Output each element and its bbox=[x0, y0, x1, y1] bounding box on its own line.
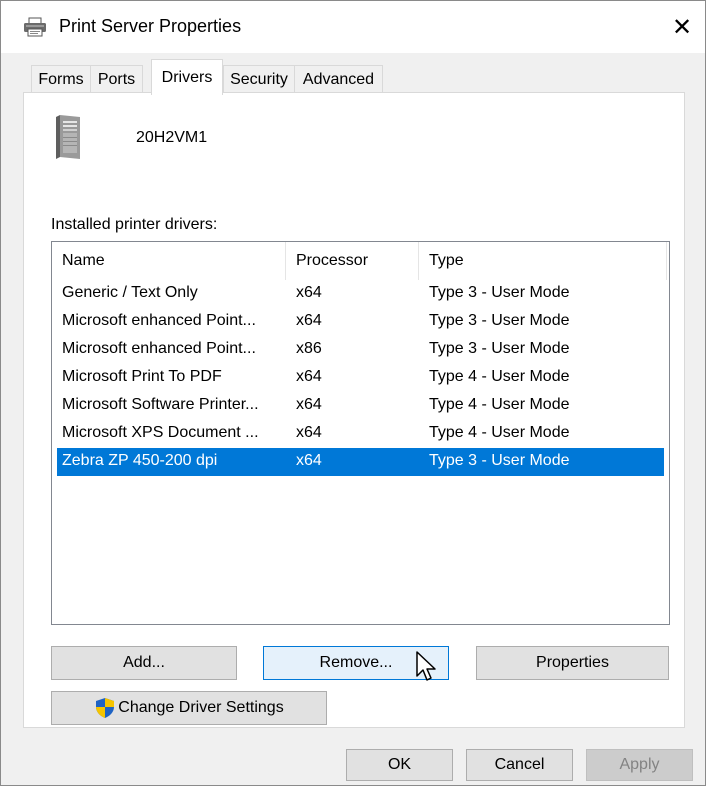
button-label: Apply bbox=[619, 756, 660, 773]
mouse-pointer-icon bbox=[416, 651, 436, 681]
button-label: Cancel bbox=[494, 756, 545, 773]
tab-drivers[interactable]: Drivers bbox=[151, 59, 223, 95]
close-icon: ✕ bbox=[671, 13, 693, 41]
driver-processor: x64 bbox=[296, 424, 322, 441]
column-header-processor[interactable]: Processor bbox=[286, 242, 419, 280]
tab-security[interactable]: Security bbox=[223, 65, 295, 93]
table-row[interactable]: Microsoft enhanced Point... x64 Type 3 -… bbox=[52, 308, 669, 336]
driver-type: Type 3 - User Mode bbox=[429, 284, 570, 301]
drivers-tab-panel: 20H2VM1 Installed printer drivers: Name … bbox=[23, 92, 685, 728]
column-header-type[interactable]: Type bbox=[419, 242, 667, 280]
close-button[interactable]: ✕ bbox=[659, 1, 705, 53]
printer-icon bbox=[24, 17, 46, 37]
cancel-button[interactable]: Cancel bbox=[466, 749, 573, 781]
uac-shield-icon bbox=[96, 698, 115, 718]
tab-label: Forms bbox=[38, 70, 84, 88]
driver-processor: x86 bbox=[296, 340, 322, 357]
ok-button[interactable]: OK bbox=[346, 749, 453, 781]
driver-processor: x64 bbox=[296, 312, 322, 329]
driver-processor: x64 bbox=[296, 284, 322, 301]
table-row[interactable]: Microsoft enhanced Point... x86 Type 3 -… bbox=[52, 336, 669, 364]
tab-label: Advanced bbox=[302, 70, 375, 88]
tab-label: Security bbox=[230, 70, 288, 88]
driver-name: Microsoft Software Printer... bbox=[62, 396, 259, 413]
driver-processor: x64 bbox=[296, 396, 322, 413]
computer-tower-icon bbox=[56, 115, 80, 159]
table-row[interactable]: Microsoft XPS Document ... x64 Type 4 - … bbox=[52, 420, 669, 448]
table-row[interactable]: Microsoft Print To PDF x64 Type 4 - User… bbox=[52, 364, 669, 392]
driver-name: Microsoft enhanced Point... bbox=[62, 340, 256, 357]
list-rows: Generic / Text Only x64 Type 3 - User Mo… bbox=[52, 280, 669, 476]
apply-button[interactable]: Apply bbox=[586, 749, 693, 781]
button-label: OK bbox=[387, 756, 412, 773]
driver-type: Type 4 - User Mode bbox=[429, 424, 570, 441]
button-label: Remove... bbox=[319, 654, 393, 671]
driver-processor: x64 bbox=[296, 368, 322, 385]
tab-label: Drivers bbox=[161, 68, 213, 86]
dialog-client-area: Forms Ports Drivers Security Advanced 20… bbox=[1, 53, 705, 785]
window-title: Print Server Properties bbox=[59, 16, 242, 36]
print-server-properties-dialog: Print Server Properties ✕ Forms Ports Dr… bbox=[0, 0, 706, 786]
driver-name: Generic / Text Only bbox=[62, 284, 198, 301]
tab-ports[interactable]: Ports bbox=[90, 65, 143, 93]
server-name: 20H2VM1 bbox=[136, 129, 208, 146]
tab-forms[interactable]: Forms bbox=[31, 65, 91, 93]
driver-name: Zebra ZP 450-200 dpi bbox=[62, 452, 218, 469]
driver-name: Microsoft XPS Document ... bbox=[62, 424, 259, 441]
driver-type: Type 3 - User Mode bbox=[429, 452, 570, 469]
column-label: Processor bbox=[296, 252, 369, 269]
table-row[interactable]: Microsoft Software Printer... x64 Type 4… bbox=[52, 392, 669, 420]
driver-name: Microsoft enhanced Point... bbox=[62, 312, 256, 329]
column-label: Type bbox=[429, 252, 464, 269]
column-header-name[interactable]: Name bbox=[52, 242, 286, 280]
driver-type: Type 3 - User Mode bbox=[429, 312, 570, 329]
column-label: Name bbox=[62, 252, 105, 269]
button-label: Properties bbox=[536, 654, 609, 671]
add-button[interactable]: Add... bbox=[51, 646, 237, 680]
table-row-selected[interactable]: Zebra ZP 450-200 dpi x64 Type 3 - User M… bbox=[57, 448, 664, 476]
button-label: Change Driver Settings bbox=[118, 699, 284, 716]
title-bar[interactable]: Print Server Properties ✕ bbox=[1, 1, 705, 53]
driver-type: Type 4 - User Mode bbox=[429, 396, 570, 413]
tab-advanced[interactable]: Advanced bbox=[294, 65, 383, 93]
driver-name: Microsoft Print To PDF bbox=[62, 368, 222, 385]
list-header: Name Processor Type bbox=[52, 242, 669, 280]
driver-type: Type 4 - User Mode bbox=[429, 368, 570, 385]
properties-button[interactable]: Properties bbox=[476, 646, 669, 680]
change-driver-settings-button[interactable]: Change Driver Settings bbox=[51, 691, 327, 725]
installed-drivers-list[interactable]: Name Processor Type Generic / Text Only … bbox=[51, 241, 670, 625]
table-row[interactable]: Generic / Text Only x64 Type 3 - User Mo… bbox=[52, 280, 669, 308]
button-label: Add... bbox=[123, 654, 165, 671]
driver-processor: x64 bbox=[296, 452, 322, 469]
driver-type: Type 3 - User Mode bbox=[429, 340, 570, 357]
tab-label: Ports bbox=[97, 70, 136, 88]
installed-drivers-label: Installed printer drivers: bbox=[51, 216, 218, 233]
